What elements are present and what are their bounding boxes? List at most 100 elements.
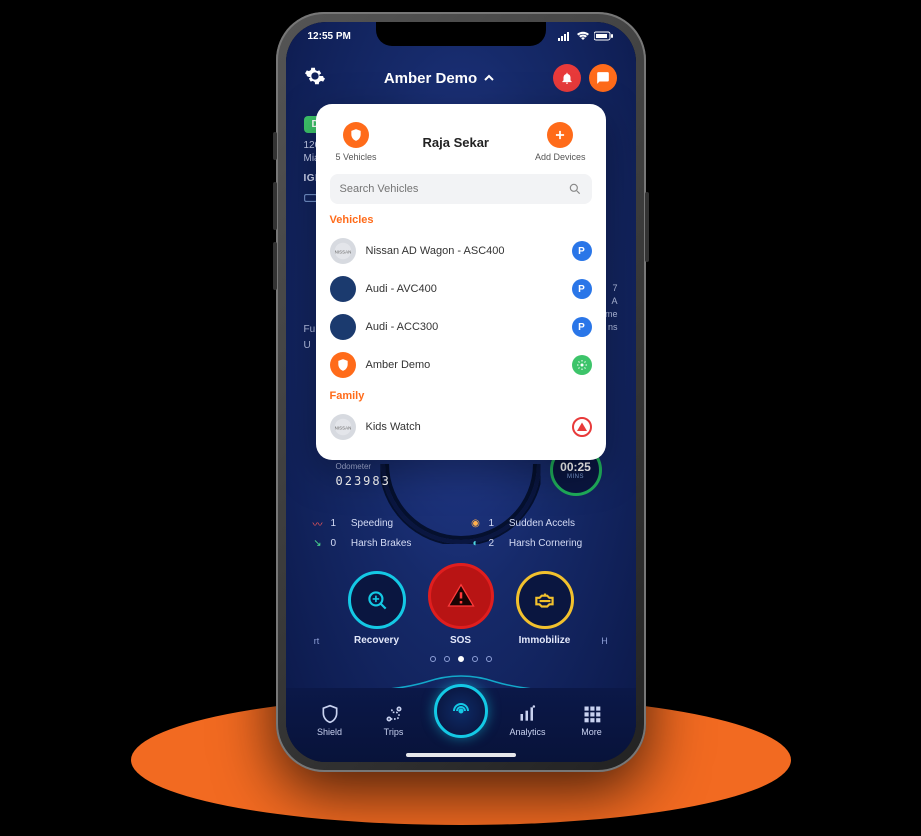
add-device-button[interactable]: Add Devices bbox=[535, 122, 586, 162]
shield-icon bbox=[320, 704, 340, 724]
app-screen: 12:55 PM bbox=[286, 22, 636, 762]
chat-icon bbox=[596, 71, 610, 85]
nav-trips[interactable]: Trips bbox=[370, 704, 418, 737]
family-name: Kids Watch bbox=[366, 421, 562, 433]
svg-text:NISSAN: NISSAN bbox=[334, 249, 351, 254]
accel-icon: ◉ bbox=[469, 516, 483, 530]
user-name: Raja Sekar bbox=[423, 135, 490, 150]
vehicles-count-label: 5 Vehicles bbox=[336, 152, 377, 162]
status-park-icon: P bbox=[572, 241, 592, 261]
page-dot[interactable] bbox=[444, 656, 450, 662]
driving-events: 〰 1 Speeding ◉ 1 Sudden Accels ↘ 0 Harsh… bbox=[311, 516, 611, 550]
section-family-title: Family bbox=[330, 390, 592, 402]
vehicle-name: Audi - ACC300 bbox=[366, 321, 562, 333]
vehicle-name: Amber Demo bbox=[366, 359, 562, 371]
action-prev-fragment: rt bbox=[308, 636, 326, 646]
nav-analytics-label: Analytics bbox=[509, 727, 545, 737]
notifications-button[interactable] bbox=[553, 64, 581, 92]
page-dot[interactable] bbox=[472, 656, 478, 662]
event-brakes: ↘ 0 Harsh Brakes bbox=[311, 536, 453, 550]
engine-icon bbox=[532, 587, 558, 613]
recovery-button[interactable]: Recovery bbox=[348, 571, 406, 646]
odometer-value: 023983 bbox=[336, 474, 391, 488]
page-indicator[interactable] bbox=[430, 656, 492, 662]
battery-icon bbox=[594, 31, 614, 41]
speedometer: Odometer 023983 00:25 MINS bbox=[346, 454, 576, 514]
right-fragment: 7 A me ns bbox=[605, 282, 618, 334]
phone-frame: 12:55 PM bbox=[276, 12, 646, 772]
gear-icon bbox=[304, 65, 326, 87]
nav-more[interactable]: More bbox=[568, 704, 616, 737]
sos-button[interactable]: SOS bbox=[428, 563, 494, 646]
vehicle-item[interactable]: Amber Demo bbox=[330, 346, 592, 384]
status-time: 12:55 PM bbox=[308, 31, 351, 42]
search-vehicles-input[interactable] bbox=[330, 174, 592, 204]
search-input[interactable] bbox=[340, 183, 560, 195]
vehicle-selector[interactable]: Amber Demo bbox=[384, 70, 495, 87]
signal-icon bbox=[558, 31, 572, 41]
recovery-label: Recovery bbox=[354, 635, 399, 646]
vehicle-item[interactable]: NISSAN Nissan AD Wagon - ASC400 P bbox=[330, 232, 592, 270]
warning-icon bbox=[446, 581, 476, 611]
nav-trips-label: Trips bbox=[384, 727, 404, 737]
phone-mute-switch bbox=[273, 132, 277, 160]
vehicle-avatar-icon: NISSAN bbox=[330, 238, 356, 264]
page-dot[interactable] bbox=[430, 656, 436, 662]
corner-icon: ◐ bbox=[469, 536, 483, 550]
vehicle-name: Nissan AD Wagon - ASC400 bbox=[366, 245, 562, 257]
immobilize-button[interactable]: Immobilize bbox=[516, 571, 574, 646]
speeding-icon: 〰 bbox=[311, 516, 325, 530]
search-icon bbox=[568, 182, 582, 196]
chevron-up-icon bbox=[483, 72, 495, 84]
nav-shield[interactable]: Shield bbox=[306, 704, 354, 737]
nav-more-label: More bbox=[581, 727, 602, 737]
phone-volume-down bbox=[273, 242, 277, 290]
action-next-fragment: H bbox=[596, 636, 614, 646]
home-indicator[interactable] bbox=[406, 753, 516, 757]
section-vehicles-title: Vehicles bbox=[330, 214, 592, 226]
status-alert-icon bbox=[572, 417, 592, 437]
status-park-icon: P bbox=[572, 317, 592, 337]
vehicles-count[interactable]: 5 Vehicles bbox=[336, 122, 377, 162]
vehicle-avatar-icon bbox=[330, 276, 356, 302]
phone-volume-up bbox=[273, 182, 277, 230]
plus-icon bbox=[547, 122, 573, 148]
vehicle-item[interactable]: Audi - AVC400 P bbox=[330, 270, 592, 308]
vehicle-name: Audi - AVC400 bbox=[366, 283, 562, 295]
shield-icon bbox=[343, 122, 369, 148]
family-item[interactable]: NISSAN Kids Watch bbox=[330, 408, 592, 446]
nav-analytics[interactable]: Analytics bbox=[504, 704, 552, 737]
grid-icon bbox=[582, 704, 602, 724]
vehicle-avatar-icon bbox=[330, 352, 356, 378]
bottom-nav: Shield Trips Analytics More bbox=[286, 688, 636, 762]
quick-actions: rt Recovery SOS bbox=[286, 563, 636, 646]
event-cornering: ◐ 2 Harsh Cornering bbox=[469, 536, 611, 550]
recovery-icon bbox=[364, 587, 390, 613]
route-icon bbox=[384, 704, 404, 724]
signal-icon bbox=[449, 699, 473, 723]
phone-notch bbox=[376, 22, 546, 46]
vehicle-item[interactable]: Audi - ACC300 P bbox=[330, 308, 592, 346]
vehicle-selector-label: Amber Demo bbox=[384, 70, 477, 87]
page-dot[interactable] bbox=[486, 656, 492, 662]
family-avatar-icon: NISSAN bbox=[330, 414, 356, 440]
timer-unit: MINS bbox=[567, 474, 584, 480]
event-accels: ◉ 1 Sudden Accels bbox=[469, 516, 611, 530]
app-header: Amber Demo bbox=[286, 56, 636, 100]
event-speeding: 〰 1 Speeding bbox=[311, 516, 453, 530]
status-park-icon: P bbox=[572, 279, 592, 299]
bell-icon bbox=[560, 71, 574, 85]
timer-value: 00:25 bbox=[560, 460, 591, 474]
vehicle-avatar-icon bbox=[330, 314, 356, 340]
immobilize-label: Immobilize bbox=[519, 635, 571, 646]
chat-button[interactable] bbox=[589, 64, 617, 92]
nav-home[interactable] bbox=[434, 684, 488, 738]
vehicle-dropdown: 5 Vehicles Raja Sekar Add Devices bbox=[316, 104, 606, 460]
sos-label: SOS bbox=[450, 635, 471, 646]
odometer-label: Odometer bbox=[336, 462, 372, 471]
phone-power-button bbox=[645, 192, 649, 262]
page-dot-active[interactable] bbox=[458, 656, 464, 662]
wifi-icon bbox=[576, 31, 590, 41]
brake-icon: ↘ bbox=[311, 536, 325, 550]
settings-button[interactable] bbox=[304, 65, 326, 92]
